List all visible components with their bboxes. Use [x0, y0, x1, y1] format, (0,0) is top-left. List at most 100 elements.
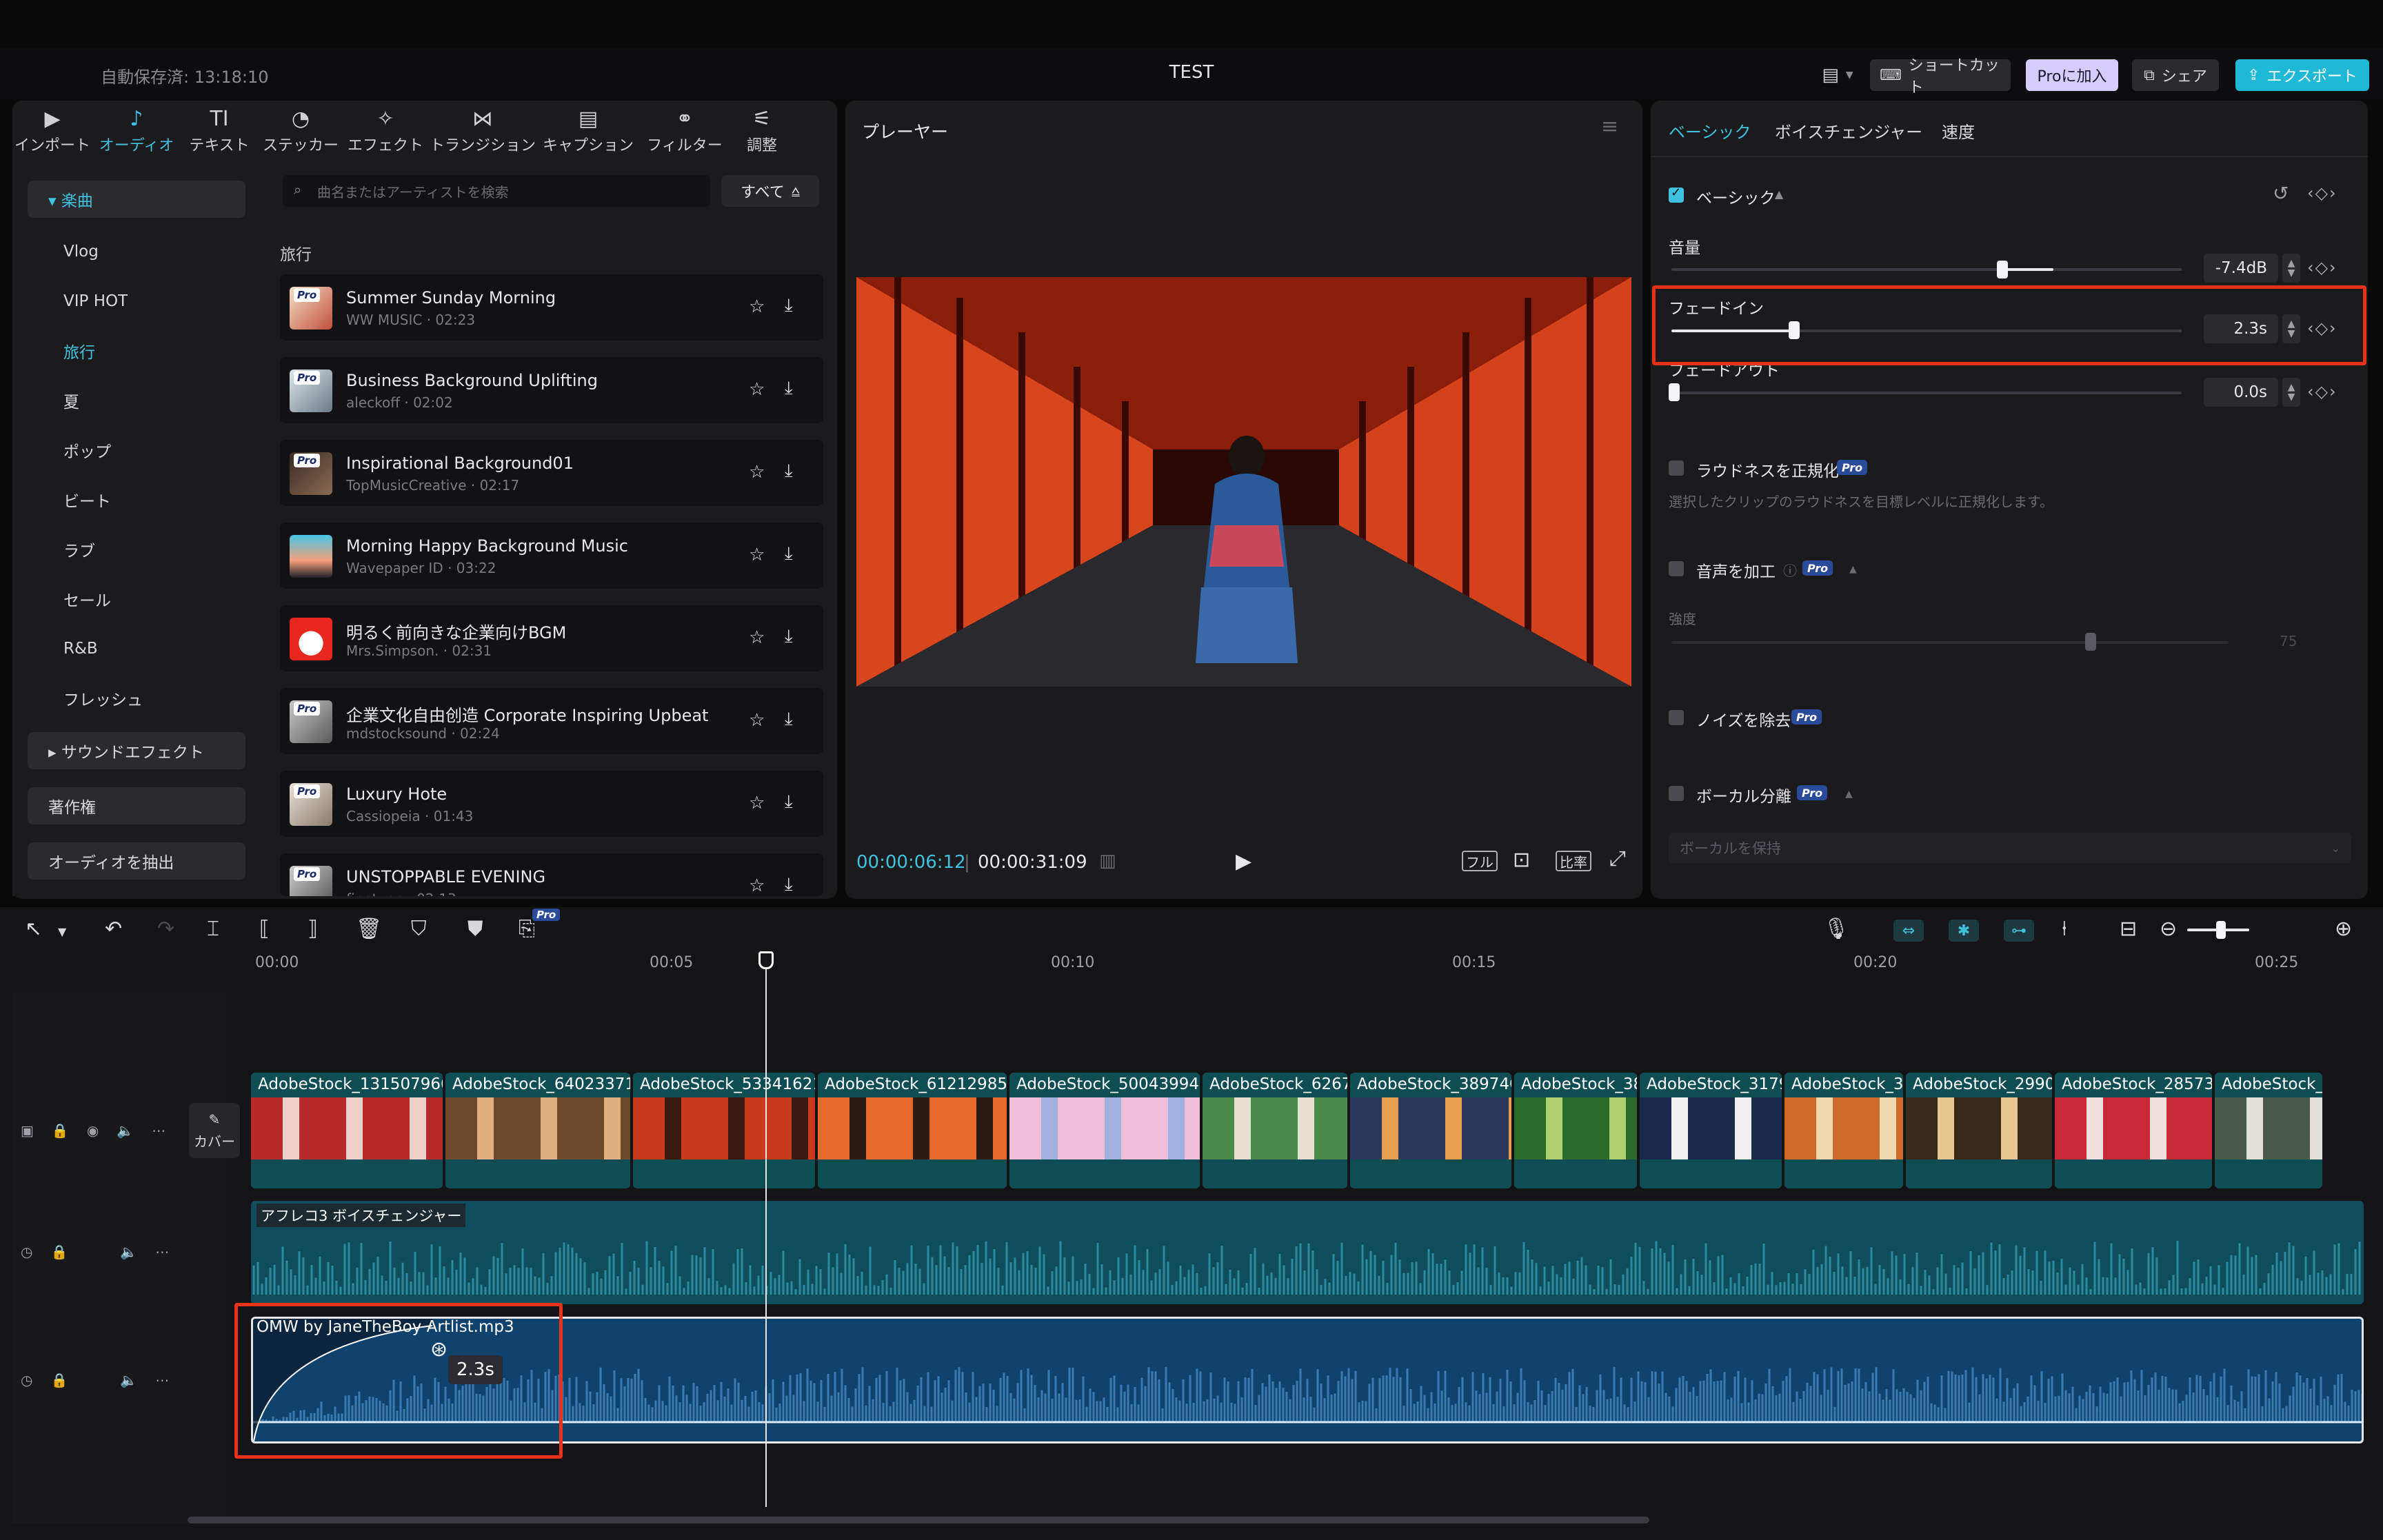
trim-right-icon[interactable]: ⟧	[308, 917, 318, 941]
playhead[interactable]	[765, 960, 767, 1507]
favorite-icon[interactable]: ☆	[749, 710, 765, 731]
video-clip[interactable]: AdobeStock_2990	[1906, 1073, 2052, 1188]
lock-icon[interactable]: 🔒	[50, 1244, 68, 1260]
keyframe-icon[interactable]: ‹◇›	[2307, 382, 2337, 401]
fadeout-value[interactable]: 0.0s	[2204, 378, 2278, 407]
video-preview[interactable]	[856, 277, 1631, 687]
category-item[interactable]: セール	[28, 580, 245, 618]
category-sound-effects[interactable]: ▸ サウンドエフェクト	[28, 732, 245, 769]
vocal-checkbox[interactable]	[1669, 786, 1684, 801]
split-icon[interactable]: ⌶	[207, 917, 219, 941]
eye-icon[interactable]: ◉	[87, 1122, 99, 1139]
download-icon[interactable]: ⤓	[785, 874, 793, 895]
ratio-button[interactable]: 比率	[1556, 851, 1591, 871]
category-copyright[interactable]: 著作権	[28, 787, 245, 824]
category-item[interactable]: ビート	[28, 481, 245, 518]
extract-audio-button[interactable]: オーディオを抽出	[28, 842, 245, 880]
delete-icon[interactable]: 🗑	[356, 917, 382, 941]
category-music[interactable]: ▾ 楽曲	[28, 181, 245, 218]
category-item[interactable]: ラブ	[28, 531, 245, 568]
share-button[interactable]: ⧉ シェア	[2132, 59, 2219, 91]
list-item[interactable]: Pro UNSTOPPABLE EVENING finetune · 02:13…	[280, 853, 823, 896]
layout-button[interactable]: ▤ ▼	[1813, 59, 1862, 91]
list-item[interactable]: Pro Business Background Uplifting alecko…	[280, 357, 823, 423]
zoom-in-icon[interactable]: ⊕	[2335, 917, 2352, 941]
download-icon[interactable]: ⤓	[785, 709, 793, 730]
category-item[interactable]: Vlog	[28, 233, 245, 270]
tab-caption[interactable]: ▤ キャプション	[538, 101, 639, 163]
tab-audio[interactable]: ♪ オーディオ	[92, 101, 181, 163]
volume-stepper[interactable]: ▲ ▼	[2282, 254, 2300, 283]
pro-join-button[interactable]: Proに加入	[2026, 59, 2118, 91]
video-clip[interactable]: AdobeStock_500439946	[1009, 1073, 1200, 1188]
video-clip[interactable]: AdobeStock_38	[1514, 1073, 1637, 1188]
category-item[interactable]: 夏	[28, 382, 245, 419]
volume-slider-knob[interactable]	[1997, 261, 2008, 278]
shield-icon[interactable]: ⛊	[467, 917, 483, 941]
category-item[interactable]: フレッシュ	[28, 680, 245, 717]
download-icon[interactable]: ⤓	[785, 626, 793, 647]
download-icon[interactable]: ⤓	[785, 460, 793, 482]
zoom-slider-knob[interactable]	[2216, 921, 2226, 939]
auto-caption-icon[interactable]: ⎘	[519, 917, 535, 941]
video-clip[interactable]: AdobeStock_640233715	[445, 1073, 630, 1188]
lock-icon[interactable]: 🔒	[50, 1372, 68, 1388]
playhead-handle[interactable]	[758, 951, 774, 969]
filter-button[interactable]: すべて ⩠	[721, 175, 819, 207]
favorite-icon[interactable]: ☆	[749, 545, 765, 565]
voice-process-checkbox[interactable]	[1669, 561, 1684, 576]
more-icon[interactable]: ⋯	[152, 1122, 165, 1139]
video-clip[interactable]: AdobeStock_6267	[1203, 1073, 1347, 1188]
tab-voice-changer[interactable]: ボイスチェンジャー	[1775, 119, 1922, 143]
select-tool-icon[interactable]: ↖	[25, 917, 42, 941]
favorite-icon[interactable]: ☆	[749, 296, 765, 317]
video-clip[interactable]: AdobeStock_28573	[2055, 1073, 2212, 1188]
list-item[interactable]: Morning Happy Background Music Wavepaper…	[280, 523, 823, 589]
speaker-icon[interactable]: 🔈	[120, 1372, 137, 1388]
link-icon[interactable]: ⊶	[2004, 920, 2034, 942]
fadeout-slider-knob[interactable]	[1669, 383, 1680, 401]
tab-text[interactable]: TI テキスト	[181, 101, 258, 163]
export-button[interactable]: ⇪ エクスポート	[2235, 59, 2369, 91]
more-icon[interactable]: ⋯	[155, 1372, 169, 1388]
vocal-select[interactable]: ボーカルを保持 ⌄	[1669, 833, 2351, 863]
snap-icon[interactable]: ✱	[1949, 920, 1979, 942]
list-item[interactable]: Pro Summer Sunday Morning WW MUSIC · 02:…	[280, 274, 823, 341]
list-item[interactable]: Pro Inspirational Background01 TopMusicC…	[280, 440, 823, 506]
full-quality-button[interactable]: フル	[1462, 851, 1498, 871]
tab-import[interactable]: ▶ インポート	[12, 101, 92, 163]
category-item[interactable]: R&B	[28, 630, 245, 667]
download-icon[interactable]: ⤓	[785, 295, 793, 316]
zoom-out-icon[interactable]: ⊖	[2160, 917, 2177, 941]
marker-icon[interactable]: ⛉	[411, 917, 427, 941]
help-icon[interactable]: ⓘ	[1783, 560, 1797, 580]
snapshot-icon[interactable]: ⊡	[1513, 848, 1530, 872]
tab-transition[interactable]: ⋈ トランジション	[428, 101, 538, 163]
video-clip[interactable]: AdobeStock_53341621	[633, 1073, 815, 1188]
preview-axis-icon[interactable]: ⍿	[2062, 917, 2067, 941]
redo-icon[interactable]: ↷	[157, 917, 174, 941]
tab-effect[interactable]: ✧ エフェクト	[343, 101, 428, 163]
cover-button[interactable]: ✎ カバー	[189, 1103, 240, 1158]
tab-adjust[interactable]: ⚟ 調整	[731, 101, 793, 163]
speaker-icon[interactable]: 🔈	[117, 1122, 134, 1139]
category-item[interactable]: ポップ	[28, 432, 245, 469]
tab-filter[interactable]: ⚭ フィルター	[639, 101, 731, 163]
collapse-icon[interactable]: ▲	[1849, 564, 1857, 575]
magnet-icon[interactable]: ⇔	[1893, 920, 1924, 942]
lock-icon[interactable]: 🔒	[52, 1122, 69, 1139]
category-item-selected[interactable]: 旅行	[28, 332, 245, 369]
timeline-scrollbar[interactable]	[188, 1517, 1649, 1523]
basic-checkbox[interactable]	[1669, 185, 1684, 203]
video-clip[interactable]: AdobeStock_612129853	[818, 1073, 1007, 1188]
speaker-icon[interactable]: 🔈	[120, 1244, 137, 1260]
screen-icon[interactable]: ⊟	[2120, 917, 2137, 941]
collapse-icon[interactable]: ▲	[1845, 789, 1853, 800]
reset-icon[interactable]: ↺	[2273, 182, 2289, 205]
strength-slider-knob[interactable]	[2085, 633, 2096, 651]
favorite-icon[interactable]: ☆	[749, 379, 765, 400]
shortcut-button[interactable]: ⌨ ショートカット	[1870, 57, 2011, 97]
music-clip[interactable]	[251, 1317, 2364, 1443]
keyframe-icon[interactable]: ‹◇›	[2307, 258, 2337, 277]
microphone-icon[interactable]: 🎙	[1823, 917, 1849, 941]
